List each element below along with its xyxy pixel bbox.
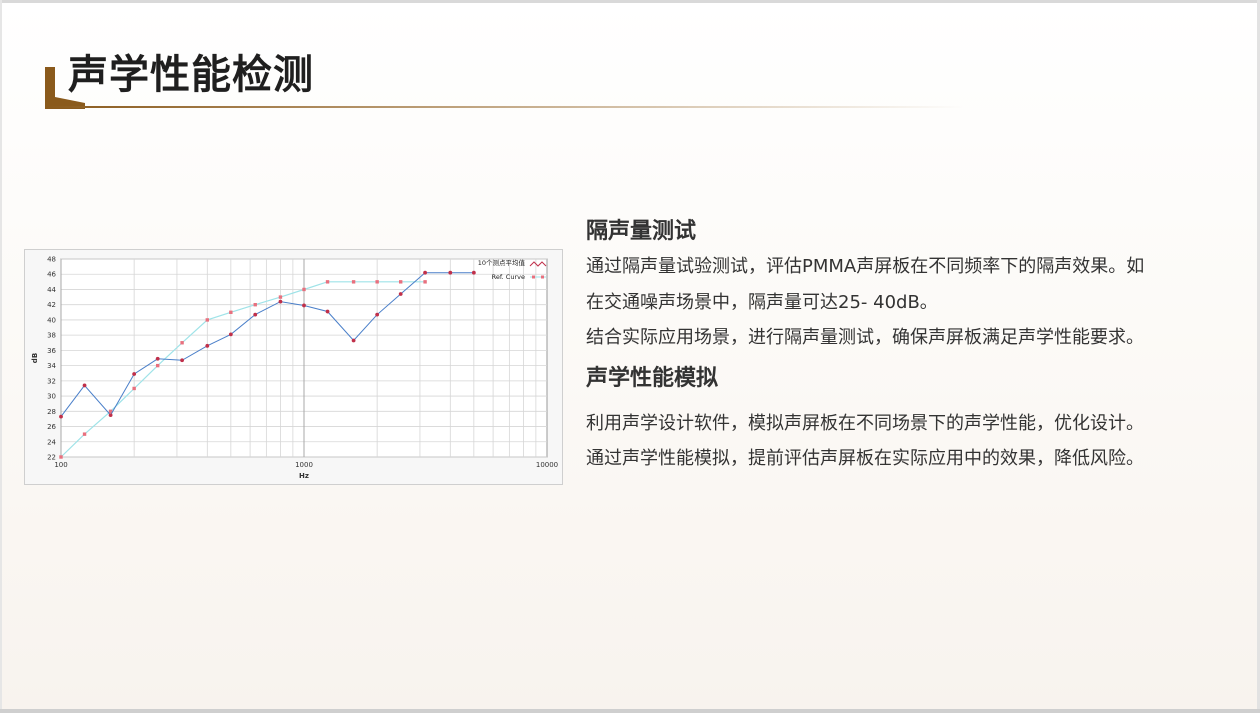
section-sound-insulation-test: 隔声量测试 通过隔声量试验测试，评估PMMA声屏板在不同频率下的隔声效果。如在交… (586, 215, 1146, 356)
y-tick-label: 44 (47, 286, 56, 294)
data-point-ref-curve (155, 363, 160, 368)
y-tick-label: 26 (47, 423, 56, 431)
x-axis-label: Hz (299, 472, 309, 480)
x-tick-label: 1000 (295, 461, 313, 469)
legend-swatch-point-ref-curve (541, 275, 544, 279)
data-point-measured-average (448, 270, 453, 275)
section-paragraph: 结合实际应用场景，进行隔声量测试，确保声屏板满足声学性能要求。 (586, 327, 1144, 348)
y-tick-label: 24 (47, 438, 56, 446)
section-acoustic-simulation: 声学性能模拟 利用声学设计软件，模拟声屏板在不同场景下的声学性能，优化设计。 通… (586, 362, 1146, 477)
x-tick-label: 100 (54, 461, 67, 469)
data-point-measured-average (351, 338, 356, 343)
data-point-ref-curve (351, 280, 356, 284)
data-point-measured-average (205, 343, 210, 348)
y-tick-label: 48 (47, 256, 56, 264)
chart-svg: 2224262830323436384042444648100 1000 10000… (31, 256, 558, 481)
y-tick-label: 46 (47, 271, 56, 279)
data-point-measured-average (155, 356, 160, 361)
y-tick-label: 42 (47, 301, 56, 309)
data-point-measured-average (132, 372, 137, 376)
data-point-measured-average (471, 270, 476, 275)
top-border (0, 0, 1260, 3)
legend-label-measured-average: 10个测点平均值 (478, 258, 526, 267)
data-point-measured-average (108, 413, 113, 418)
data-point-ref-curve (205, 318, 210, 322)
y-tick-label: 40 (47, 316, 56, 324)
data-point-measured-average (302, 303, 306, 308)
data-point-measured-average (59, 414, 63, 419)
y-tick-label: 28 (47, 408, 56, 416)
data-point-ref-curve (325, 280, 330, 284)
y-axis-label: dB (31, 353, 39, 363)
data-point-ref-curve (423, 280, 427, 284)
data-point-ref-curve (253, 302, 257, 307)
x-tick-label: 10000 (536, 461, 558, 469)
section-body: 利用声学设计软件，模拟声屏板在不同场景下的声学性能，优化设计。 通过声学性能模拟… (586, 406, 1146, 477)
page-title: 声学性能检测 (68, 52, 314, 98)
title-underline (45, 106, 965, 108)
data-point-measured-average (325, 309, 330, 314)
data-point-measured-average (228, 332, 233, 337)
section-paragraph: 利用声学设计软件，模拟声屏板在不同场景下的声学性能，优化设计。 (586, 412, 1144, 434)
data-point-measured-average (375, 312, 380, 317)
y-tick-label: 30 (47, 393, 56, 401)
data-point-measured-average (253, 312, 258, 317)
sound-insulation-chart: 22 24 26 28 30 32 34 36 38 40 42 44 46 48 100 1000 10000… (24, 249, 563, 485)
data-point-ref-curve (398, 280, 403, 284)
data-point-ref-curve (180, 341, 184, 345)
data-point-measured-average (423, 270, 427, 275)
data-point-measured-average (82, 383, 87, 388)
y-tick-label: 34 (47, 362, 56, 370)
data-point-ref-curve (278, 295, 283, 299)
data-point-measured-average (398, 292, 403, 296)
data-point-measured-average (278, 299, 283, 304)
left-border (0, 0, 2, 713)
y-tick-label: 38 (47, 332, 56, 340)
y-tick-label: 32 (47, 377, 56, 385)
section-paragraph: 通过声学性能模拟，提前评估声屏板在实际应用中的效果，降低风险。 (586, 448, 1144, 469)
section-heading: 声学性能模拟 (586, 365, 719, 391)
bottom-border (0, 709, 1260, 713)
data-point-ref-curve (229, 310, 233, 315)
data-point-ref-curve (132, 386, 136, 391)
legend-label-ref-curve: Ref. Curve (492, 273, 525, 281)
section-paragraph: 通过隔声量试验测试，评估PMMA声屏板在不同频率下的隔声效果。如在交通噪声场景中… (586, 256, 1145, 313)
data-point-measured-average (180, 358, 184, 363)
data-point-ref-curve (375, 280, 379, 284)
legend-swatch-point-ref-curve (532, 275, 535, 279)
section-heading: 隔声量测试 (586, 219, 697, 244)
data-point-ref-curve (302, 287, 306, 292)
data-point-ref-curve (59, 455, 63, 459)
data-point-ref-curve (82, 432, 87, 436)
y-tick-label: 36 (47, 347, 56, 355)
text-column: 隔声量测试 通过隔声量试验测试，评估PMMA声屏板在不同频率下的隔声效果。如在交… (586, 215, 1146, 477)
